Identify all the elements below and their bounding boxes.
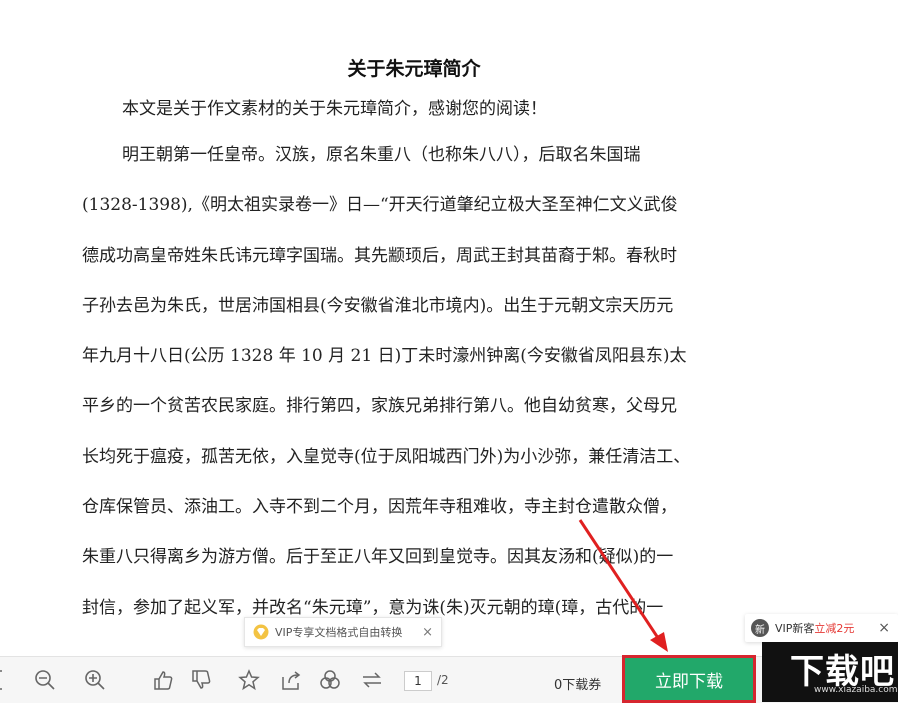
zoom-out-icon[interactable] xyxy=(34,669,56,691)
vip-format-banner[interactable]: VIP专享文档格式自由转换 × xyxy=(244,617,442,647)
body-line: 仓库保管员、添油工。入寺不到二个月，因荒年寺租难收，寺主封仓遣散众僧， xyxy=(82,497,677,518)
page-number-input[interactable]: 1 xyxy=(404,671,432,691)
body-line: 德成功高皇帝姓朱氏讳元璋字国瑞。其先颛顼后，周武王封其苗裔于邾。春秋时 xyxy=(82,245,677,266)
logo-url: www.xiazaiba.com xyxy=(814,685,898,695)
vip-newbie-popup[interactable]: 新 VIP新客 立减2元 × xyxy=(745,614,898,642)
document-intro: 本文是关于作文素材的关于朱元璋简介，感谢您的阅读！ xyxy=(122,99,547,119)
body-line: 长均死于瘟疫，孤苦无依，入皇觉寺(位于凤阳城西门外)为小沙弥，兼任清洁工、 xyxy=(82,446,691,467)
document-body: 明王朝第一任皇帝。汉族，原名朱重八（也称朱八八），后取名朱国瑞 (1328-13… xyxy=(82,130,752,633)
related-icon[interactable] xyxy=(319,669,341,691)
star-icon[interactable] xyxy=(238,669,260,691)
download-voucher-count: 0下载券 xyxy=(554,678,602,693)
thumbs-down-icon[interactable] xyxy=(190,669,212,691)
body-line: 平乡的一个贫苦农民家庭。排行第四，家族兄弟排行第八。他自幼贫寒，父母兄 xyxy=(82,396,677,417)
diamond-icon xyxy=(253,624,269,640)
download-button[interactable]: 立即下载 xyxy=(622,655,756,703)
new-badge: 新 xyxy=(751,619,769,637)
watermark-logo: 下载吧 www.xiazaiba.com xyxy=(762,642,898,702)
thumbs-up-icon[interactable] xyxy=(152,669,174,691)
body-line: (1328-1398),《明太祖实录卷一》日—“开天行道肇纪立极大圣至神仁文义武… xyxy=(82,195,678,216)
switch-icon[interactable] xyxy=(361,669,383,691)
newbie-text: VIP新客 xyxy=(775,622,815,635)
fullscreen-icon[interactable] xyxy=(0,669,16,691)
body-line: 年九月十八日(公历 1328 年 10 月 21 日)丁未时濠州钟离(今安徽省凤… xyxy=(82,346,687,367)
body-line: 子孙去邑为朱氏，世居沛国相县(今安徽省淮北市境内)。出生于元朝文宗天历元 xyxy=(82,295,674,316)
share-icon[interactable] xyxy=(280,669,302,691)
body-line: 朱重八只得离乡为游方僧。后于至正八年又回到皇觉寺。因其友汤和(疑似)的一 xyxy=(82,547,674,568)
zoom-in-icon[interactable] xyxy=(84,669,106,691)
page-total: /2 xyxy=(437,673,449,687)
document-title: 关于朱元璋简介 xyxy=(347,58,481,80)
close-icon[interactable]: × xyxy=(422,625,433,640)
close-icon[interactable]: × xyxy=(878,620,890,636)
newbie-discount: 立减2元 xyxy=(814,622,855,635)
body-line: 明王朝第一任皇帝。汉族，原名朱重八（也称朱八八），后取名朱国瑞 xyxy=(122,145,641,165)
vip-banner-text: VIP专享文档格式自由转换 xyxy=(275,626,403,639)
